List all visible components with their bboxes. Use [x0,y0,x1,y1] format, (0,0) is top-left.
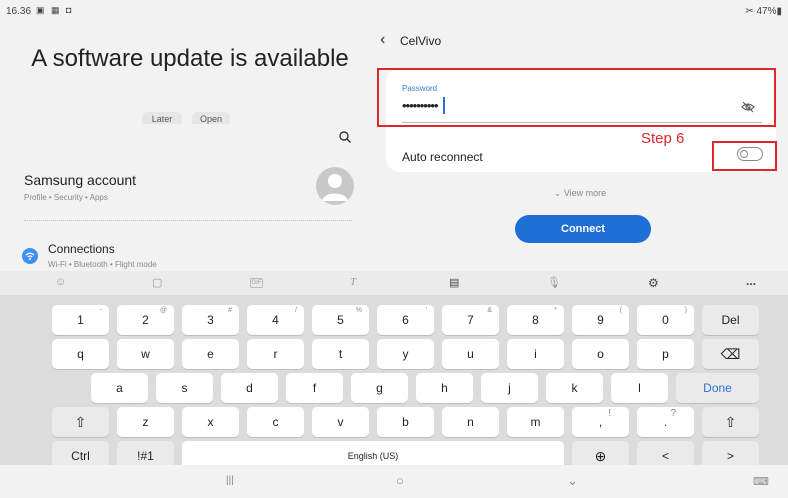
on-screen-keyboard: -1 @2 #3 /4 % 5 ' 6 & 7 * 8 (9 ) 0 Del q w e … [0,295,788,471]
keyboard-switch-icon[interactable]: ⌨ [753,475,769,488]
key-x[interactable]: x [182,407,239,437]
samsung-account-subtitle: Profile • Security • Apps [24,193,108,202]
search-icon[interactable] [338,130,352,144]
key-r[interactable]: r [247,339,304,369]
key-label: , [598,415,603,429]
battery-status: ✂ 47%▮ [745,6,782,17]
hide-keyboard-button[interactable]: ⌄ [567,473,578,489]
key-5-alt: % [355,307,362,314]
auto-reconnect-label: Auto reconnect [402,150,483,164]
keyboard-toolbar: ☺ ▢ GIF T ▤ 🎙 ⚙ ... [0,271,788,295]
key-w[interactable]: w [117,339,174,369]
key-7[interactable]: & 7 [442,305,499,335]
samsung-account-title[interactable]: Samsung account [24,172,136,188]
key-c[interactable]: c [247,407,304,437]
key-y[interactable]: y [377,339,434,369]
key-period-alt: ? [670,408,676,419]
key-d[interactable]: d [221,373,278,403]
back-chevron-icon[interactable]: ‹ [380,31,385,49]
highlight-box-password [377,68,776,127]
key-period[interactable]: ?. [637,407,694,437]
key-2[interactable]: @2 [117,305,174,335]
key-comma[interactable]: !, [572,407,629,437]
key-l[interactable]: l [611,373,668,403]
connections-subtitle: Wi-Fi • Bluetooth • Flight mode [48,260,157,269]
key-9[interactable]: (9 [572,305,629,335]
highlight-box-toggle [712,141,777,171]
avatar-icon [322,174,348,201]
backspace-key[interactable]: ⌫ [702,339,759,369]
key-8-alt: * [554,307,557,314]
shift-key-right[interactable]: ⇧ [702,407,759,437]
avatar[interactable] [316,167,354,205]
key-b[interactable]: b [377,407,434,437]
gif-icon[interactable]: GIF [250,278,263,288]
notification-icons: ▣ ▦ ◘ [36,5,74,15]
key-0[interactable]: ) 0 [637,305,694,335]
settings-gear-icon[interactable]: ⚙ [648,276,662,290]
network-name: CelVivo [400,34,442,48]
key-1-alt: - [99,307,102,314]
home-button[interactable]: ○ [396,473,404,488]
wifi-icon [22,248,38,264]
sticker-icon[interactable]: ▢ [152,276,166,290]
later-button[interactable]: Later [142,112,182,124]
navigation-bar: ||| ○ ⌄ ⌨ [0,465,788,498]
clipboard-icon[interactable]: ▤ [449,276,463,290]
key-7-alt: & [487,307,492,314]
key-f[interactable]: f [286,373,343,403]
shift-key-left[interactable]: ⇧ [52,407,109,437]
key-p[interactable]: p [637,339,694,369]
key-o[interactable]: o [572,339,629,369]
key-5[interactable]: % 5 [312,305,369,335]
key-2-alt: @ [159,307,167,314]
key-1[interactable]: -1 [52,305,109,335]
microphone-icon[interactable]: 🎙 [547,276,561,290]
key-e[interactable]: e [182,339,239,369]
key-g[interactable]: g [351,373,408,403]
key-n[interactable]: n [442,407,499,437]
open-button[interactable]: Open [192,112,230,124]
key-a[interactable]: a [91,373,148,403]
key-comma-alt: ! [608,408,611,419]
key-3-alt: # [228,307,232,314]
key-6-alt: ' [425,307,427,314]
key-6[interactable]: ' 6 [377,305,434,335]
handwriting-icon[interactable]: T [350,276,364,290]
key-u[interactable]: u [442,339,499,369]
key-m[interactable]: m [507,407,564,437]
done-key[interactable]: Done [676,373,759,403]
key-h[interactable]: h [416,373,473,403]
emoji-icon[interactable]: ☺ [55,276,69,290]
view-more-link[interactable]: ⌄ View more [520,188,640,199]
status-bar: 16.36 ▣ ▦ ◘ ✂ 47%▮ [0,0,788,22]
status-time: 16.36 [6,6,32,17]
more-options-icon[interactable]: ... [746,274,760,288]
connections-title[interactable]: Connections [48,242,115,256]
key-z[interactable]: z [117,407,174,437]
connect-button[interactable]: Connect [515,215,651,243]
key-s[interactable]: s [156,373,213,403]
key-j[interactable]: j [481,373,538,403]
recents-button[interactable]: ||| [226,475,234,486]
key-4-alt: / [295,307,297,314]
key-3[interactable]: #3 [182,305,239,335]
update-banner-title: A software update is available [31,45,349,72]
divider [24,220,352,221]
key-k[interactable]: k [546,373,603,403]
key-t[interactable]: t [312,339,369,369]
key-9-alt: ( [619,307,622,314]
key-v[interactable]: v [312,407,369,437]
key-q[interactable]: q [52,339,109,369]
key-4[interactable]: /4 [247,305,304,335]
key-i[interactable]: i [507,339,564,369]
key-8[interactable]: * 8 [507,305,564,335]
key-0-alt: ) [684,307,687,314]
key-label: . [663,415,668,429]
delete-key[interactable]: Del [702,305,759,335]
done-key-label: Done [703,381,732,395]
step-annotation: Step 6 [641,130,685,147]
